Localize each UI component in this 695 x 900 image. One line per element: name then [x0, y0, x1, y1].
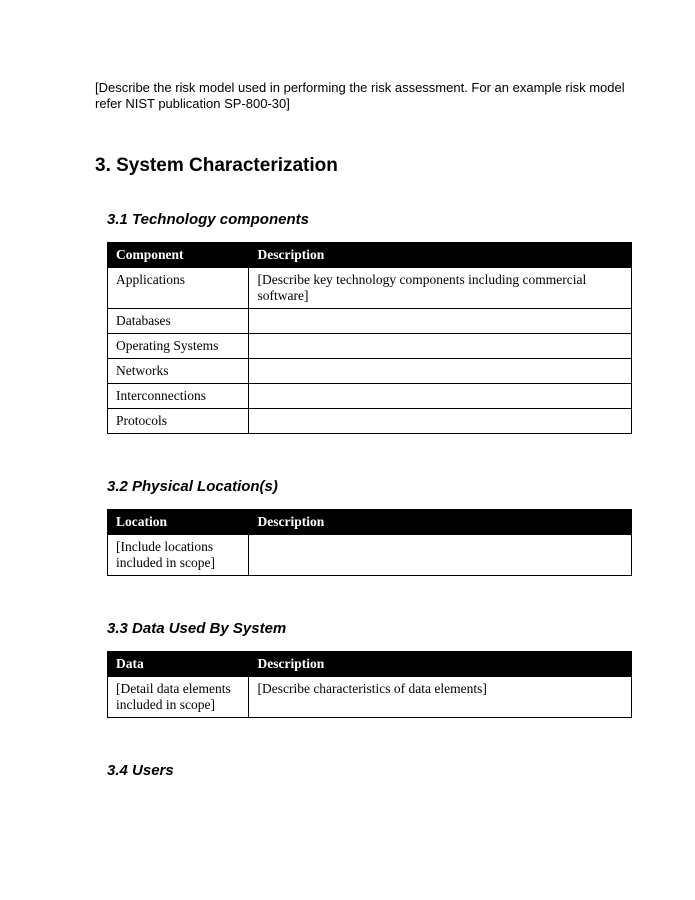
table-row: Databases	[108, 308, 632, 333]
table-row: Applications [Describe key technology co…	[108, 267, 632, 308]
data-used-table: Data Description [Detail data elements i…	[107, 651, 632, 718]
technology-components-table: Component Description Applications [Desc…	[107, 242, 632, 434]
cell-description	[249, 308, 632, 333]
cell-description	[249, 358, 632, 383]
cell-description	[249, 383, 632, 408]
th-location: Location	[108, 509, 249, 534]
table-3-2-wrapper: Location Description [Include locations …	[107, 509, 632, 576]
table-row: [Detail data elements included in scope]…	[108, 676, 632, 717]
cell-component: Operating Systems	[108, 333, 249, 358]
cell-component: Networks	[108, 358, 249, 383]
cell-description: [Describe key technology components incl…	[249, 267, 632, 308]
subsection-3-4-heading: 3.4 Users	[107, 762, 640, 779]
cell-component: Databases	[108, 308, 249, 333]
cell-component: Interconnections	[108, 383, 249, 408]
cell-description	[249, 534, 632, 575]
subsection-3-3-heading: 3.3 Data Used By System	[107, 620, 640, 637]
th-data: Data	[108, 651, 249, 676]
table-header-row: Location Description	[108, 509, 632, 534]
table-row: Operating Systems	[108, 333, 632, 358]
cell-data: [Detail data elements included in scope]	[108, 676, 249, 717]
table-header-row: Component Description	[108, 242, 632, 267]
th-component: Component	[108, 242, 249, 267]
cell-location: [Include locations included in scope]	[108, 534, 249, 575]
th-description: Description	[249, 509, 632, 534]
table-3-3-wrapper: Data Description [Detail data elements i…	[107, 651, 632, 718]
table-3-1-wrapper: Component Description Applications [Desc…	[107, 242, 632, 434]
table-row: [Include locations included in scope]	[108, 534, 632, 575]
cell-description: [Describe characteristics of data elemen…	[249, 676, 632, 717]
section-heading: 3. System Characterization	[95, 155, 640, 177]
cell-component: Applications	[108, 267, 249, 308]
table-row: Interconnections	[108, 383, 632, 408]
cell-description	[249, 333, 632, 358]
table-row: Protocols	[108, 408, 632, 433]
subsection-3-2-heading: 3.2 Physical Location(s)	[107, 478, 640, 495]
cell-description	[249, 408, 632, 433]
table-header-row: Data Description	[108, 651, 632, 676]
th-description: Description	[249, 651, 632, 676]
document-page: [Describe the risk model used in perform…	[0, 0, 695, 900]
cell-component: Protocols	[108, 408, 249, 433]
physical-locations-table: Location Description [Include locations …	[107, 509, 632, 576]
subsection-3-1-heading: 3.1 Technology components	[107, 211, 640, 228]
th-description: Description	[249, 242, 632, 267]
table-row: Networks	[108, 358, 632, 383]
intro-paragraph: [Describe the risk model used in perform…	[95, 80, 640, 113]
